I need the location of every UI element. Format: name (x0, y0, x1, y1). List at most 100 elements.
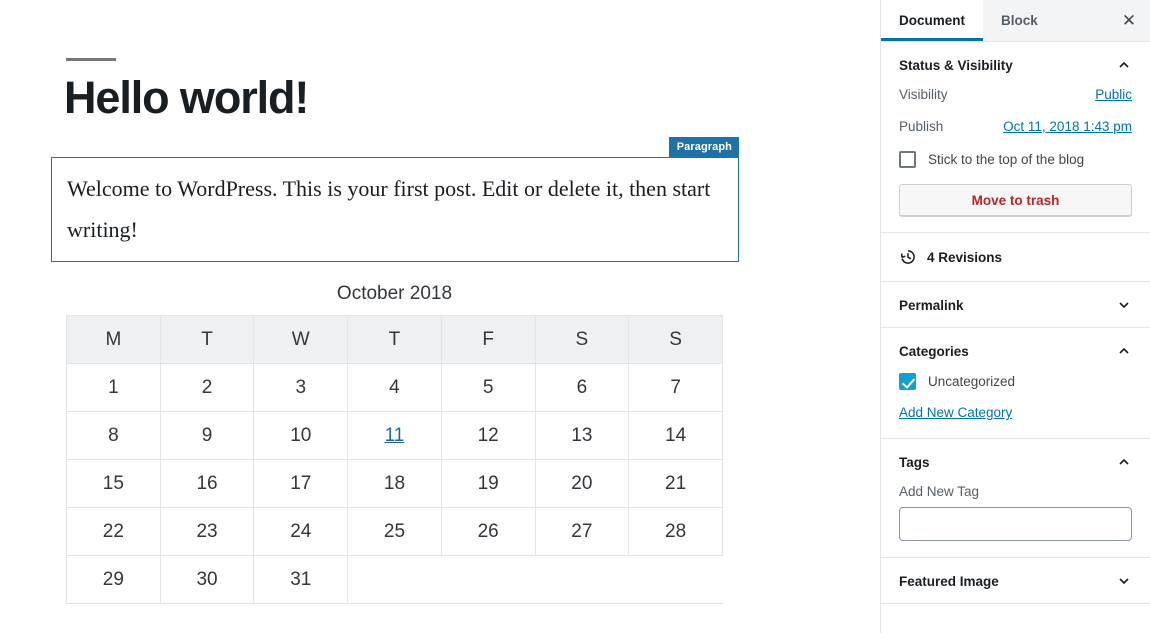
calendar-day-cell: 6 (534, 363, 630, 412)
editor-canvas: Hello world! Paragraph Welcome to WordPr… (0, 0, 880, 633)
calendar-day-empty (347, 555, 442, 604)
calendar-widget: October 2018 MTWTFSS 1 2 3 4 5 6 7 8 9 10 11 12 13 14… (66, 283, 723, 604)
panel-tags-title: Tags (899, 454, 930, 470)
calendar-day-cell: 4 (347, 363, 442, 412)
calendar-day-cell: 23 (159, 507, 255, 556)
block-selection-outline: Paragraph Welcome to WordPress. This is … (51, 137, 739, 262)
panel-tags-body: Add New Tag (881, 484, 1150, 557)
panel-permalink-title: Permalink (899, 297, 964, 313)
wordpress-block-editor: Hello world! Paragraph Welcome to WordPr… (0, 0, 1150, 633)
panel-featured-image-header[interactable]: Featured Image (881, 558, 1150, 603)
calendar-week-row: 22 23 24 25 26 27 28 (66, 507, 723, 556)
calendar-week-row: 1234567 (66, 363, 723, 412)
calendar-weekday-0: M (66, 315, 161, 364)
panel-tags: Tags Add New Tag (881, 439, 1150, 558)
calendar-table: MTWTFSS 1 2 3 4 5 6 7 8 9 10 11 12 13 14 15 16 17 18 19 20 2… (66, 315, 723, 604)
calendar-weekday-4: F (440, 315, 536, 364)
add-new-category-button[interactable]: Add New Category (899, 405, 1012, 420)
calendar-day-cell: 8 (66, 411, 161, 460)
calendar-day-cell: 26 (440, 507, 536, 556)
visibility-value-button[interactable]: Public (1095, 87, 1132, 102)
calendar-day-cell: 5 (440, 363, 536, 412)
chevron-up-icon[interactable] (1116, 454, 1132, 470)
calendar-day-cell: 20 (534, 459, 630, 508)
calendar-day-cell: 10 (253, 411, 349, 460)
title-divider-rule (66, 58, 116, 61)
paragraph-block-text[interactable]: Welcome to WordPress. This is your first… (67, 169, 723, 250)
tab-document[interactable]: Document (881, 0, 984, 41)
calendar-day-cell: 27 (534, 507, 630, 556)
calendar-day-empty (628, 555, 723, 604)
publish-date-button[interactable]: Oct 11, 2018 1:43 pm (1003, 119, 1132, 134)
calendar-day-cell: 16 (159, 459, 255, 508)
panel-status-visibility-body: Visibility Public Publish Oct 11, 2018 1… (881, 87, 1150, 232)
calendar-day-cell: 9 (159, 411, 255, 460)
panel-status-visibility-header[interactable]: Status & Visibility (881, 42, 1150, 87)
calendar-day-cell: 12 (440, 411, 536, 460)
sidebar-tabbar: Document Block ✕ (881, 0, 1150, 42)
panel-status-visibility: Status & Visibility Visibility Public Pu… (881, 42, 1150, 233)
calendar-day-cell: 1 (66, 363, 161, 412)
paragraph-block[interactable]: Paragraph Welcome to WordPress. This is … (51, 137, 739, 262)
calendar-day-cell: 21 (628, 459, 723, 508)
calendar-day-cell: 19 (440, 459, 536, 508)
post-title[interactable]: Hello world! (64, 72, 764, 124)
chevron-up-icon[interactable] (1116, 57, 1132, 73)
panel-categories: Categories Uncategorized Add New Categor… (881, 328, 1150, 439)
calendar-day-link[interactable]: 11 (385, 425, 405, 446)
calendar-day-cell: 14 (628, 411, 723, 460)
chevron-up-icon[interactable] (1116, 343, 1132, 359)
calendar-day-cell: 15 (66, 459, 161, 508)
sticky-post-label: Stick to the top of the blog (928, 152, 1085, 167)
calendar-week-row: 8 9 10 11 12 13 14 (66, 411, 723, 460)
calendar-weekday-6: S (628, 315, 723, 364)
calendar-weekday-5: S (534, 315, 630, 364)
calendar-weekday-2: W (253, 315, 349, 364)
panel-revisions: 4 Revisions (881, 233, 1150, 282)
category-checkbox[interactable] (899, 373, 916, 390)
revisions-link[interactable]: 4 Revisions (881, 233, 1150, 281)
calendar-day-cell: 7 (628, 363, 723, 412)
revisions-label: 4 Revisions (927, 249, 1003, 265)
panel-permalink-header[interactable]: Permalink (881, 282, 1150, 327)
calendar-day-cell: 29 (66, 555, 161, 604)
visibility-label: Visibility (899, 87, 948, 102)
chevron-down-icon[interactable] (1116, 573, 1132, 589)
calendar-weekday-3: T (347, 315, 442, 364)
close-icon[interactable]: ✕ (1108, 0, 1150, 41)
calendar-day-cell: 13 (534, 411, 630, 460)
calendar-day-cell: 25 (347, 507, 442, 556)
category-item-uncategorized[interactable]: Uncategorized (899, 373, 1132, 390)
chevron-down-icon[interactable] (1116, 297, 1132, 313)
sticky-post-row[interactable]: Stick to the top of the blog (899, 151, 1132, 168)
calendar-day-empty (535, 555, 629, 604)
panel-tags-header[interactable]: Tags (881, 439, 1150, 484)
settings-sidebar: Document Block ✕ Status & Visibility Vis… (880, 0, 1150, 633)
calendar-day-cell: 22 (66, 507, 161, 556)
calendar-weekday-row: MTWTFSS (66, 315, 723, 364)
sticky-post-checkbox[interactable] (899, 151, 916, 168)
add-new-tag-input[interactable] (899, 507, 1132, 541)
add-new-tag-label: Add New Tag (899, 484, 980, 499)
publish-row: Publish Oct 11, 2018 1:43 pm (899, 119, 1132, 134)
calendar-day-cell: 2 (159, 363, 255, 412)
calendar-week-row: 29 30 31 (66, 555, 723, 604)
calendar-weekday-1: T (159, 315, 255, 364)
panel-categories-header[interactable]: Categories (881, 328, 1150, 373)
category-label: Uncategorized (928, 374, 1016, 389)
publish-label: Publish (899, 119, 944, 134)
calendar-caption: October 2018 (336, 283, 453, 304)
calendar-day-cell[interactable]: 11 (347, 411, 442, 460)
panel-featured-image-title: Featured Image (899, 573, 999, 589)
panel-featured-image: Featured Image (881, 558, 1150, 604)
calendar-week-row: 15 16 17 18 19 20 21 (66, 459, 723, 508)
visibility-row: Visibility Public (899, 87, 1132, 102)
calendar-day-cell: 18 (347, 459, 442, 508)
calendar-day-cell: 3 (253, 363, 349, 412)
move-to-trash-button[interactable]: Move to trash (899, 184, 1132, 216)
panel-categories-body: Uncategorized Add New Category (881, 373, 1150, 438)
calendar-day-cell: 17 (253, 459, 349, 508)
panel-permalink: Permalink (881, 282, 1150, 328)
calendar-day-cell: 28 (628, 507, 723, 556)
tab-block[interactable]: Block (983, 0, 1056, 41)
